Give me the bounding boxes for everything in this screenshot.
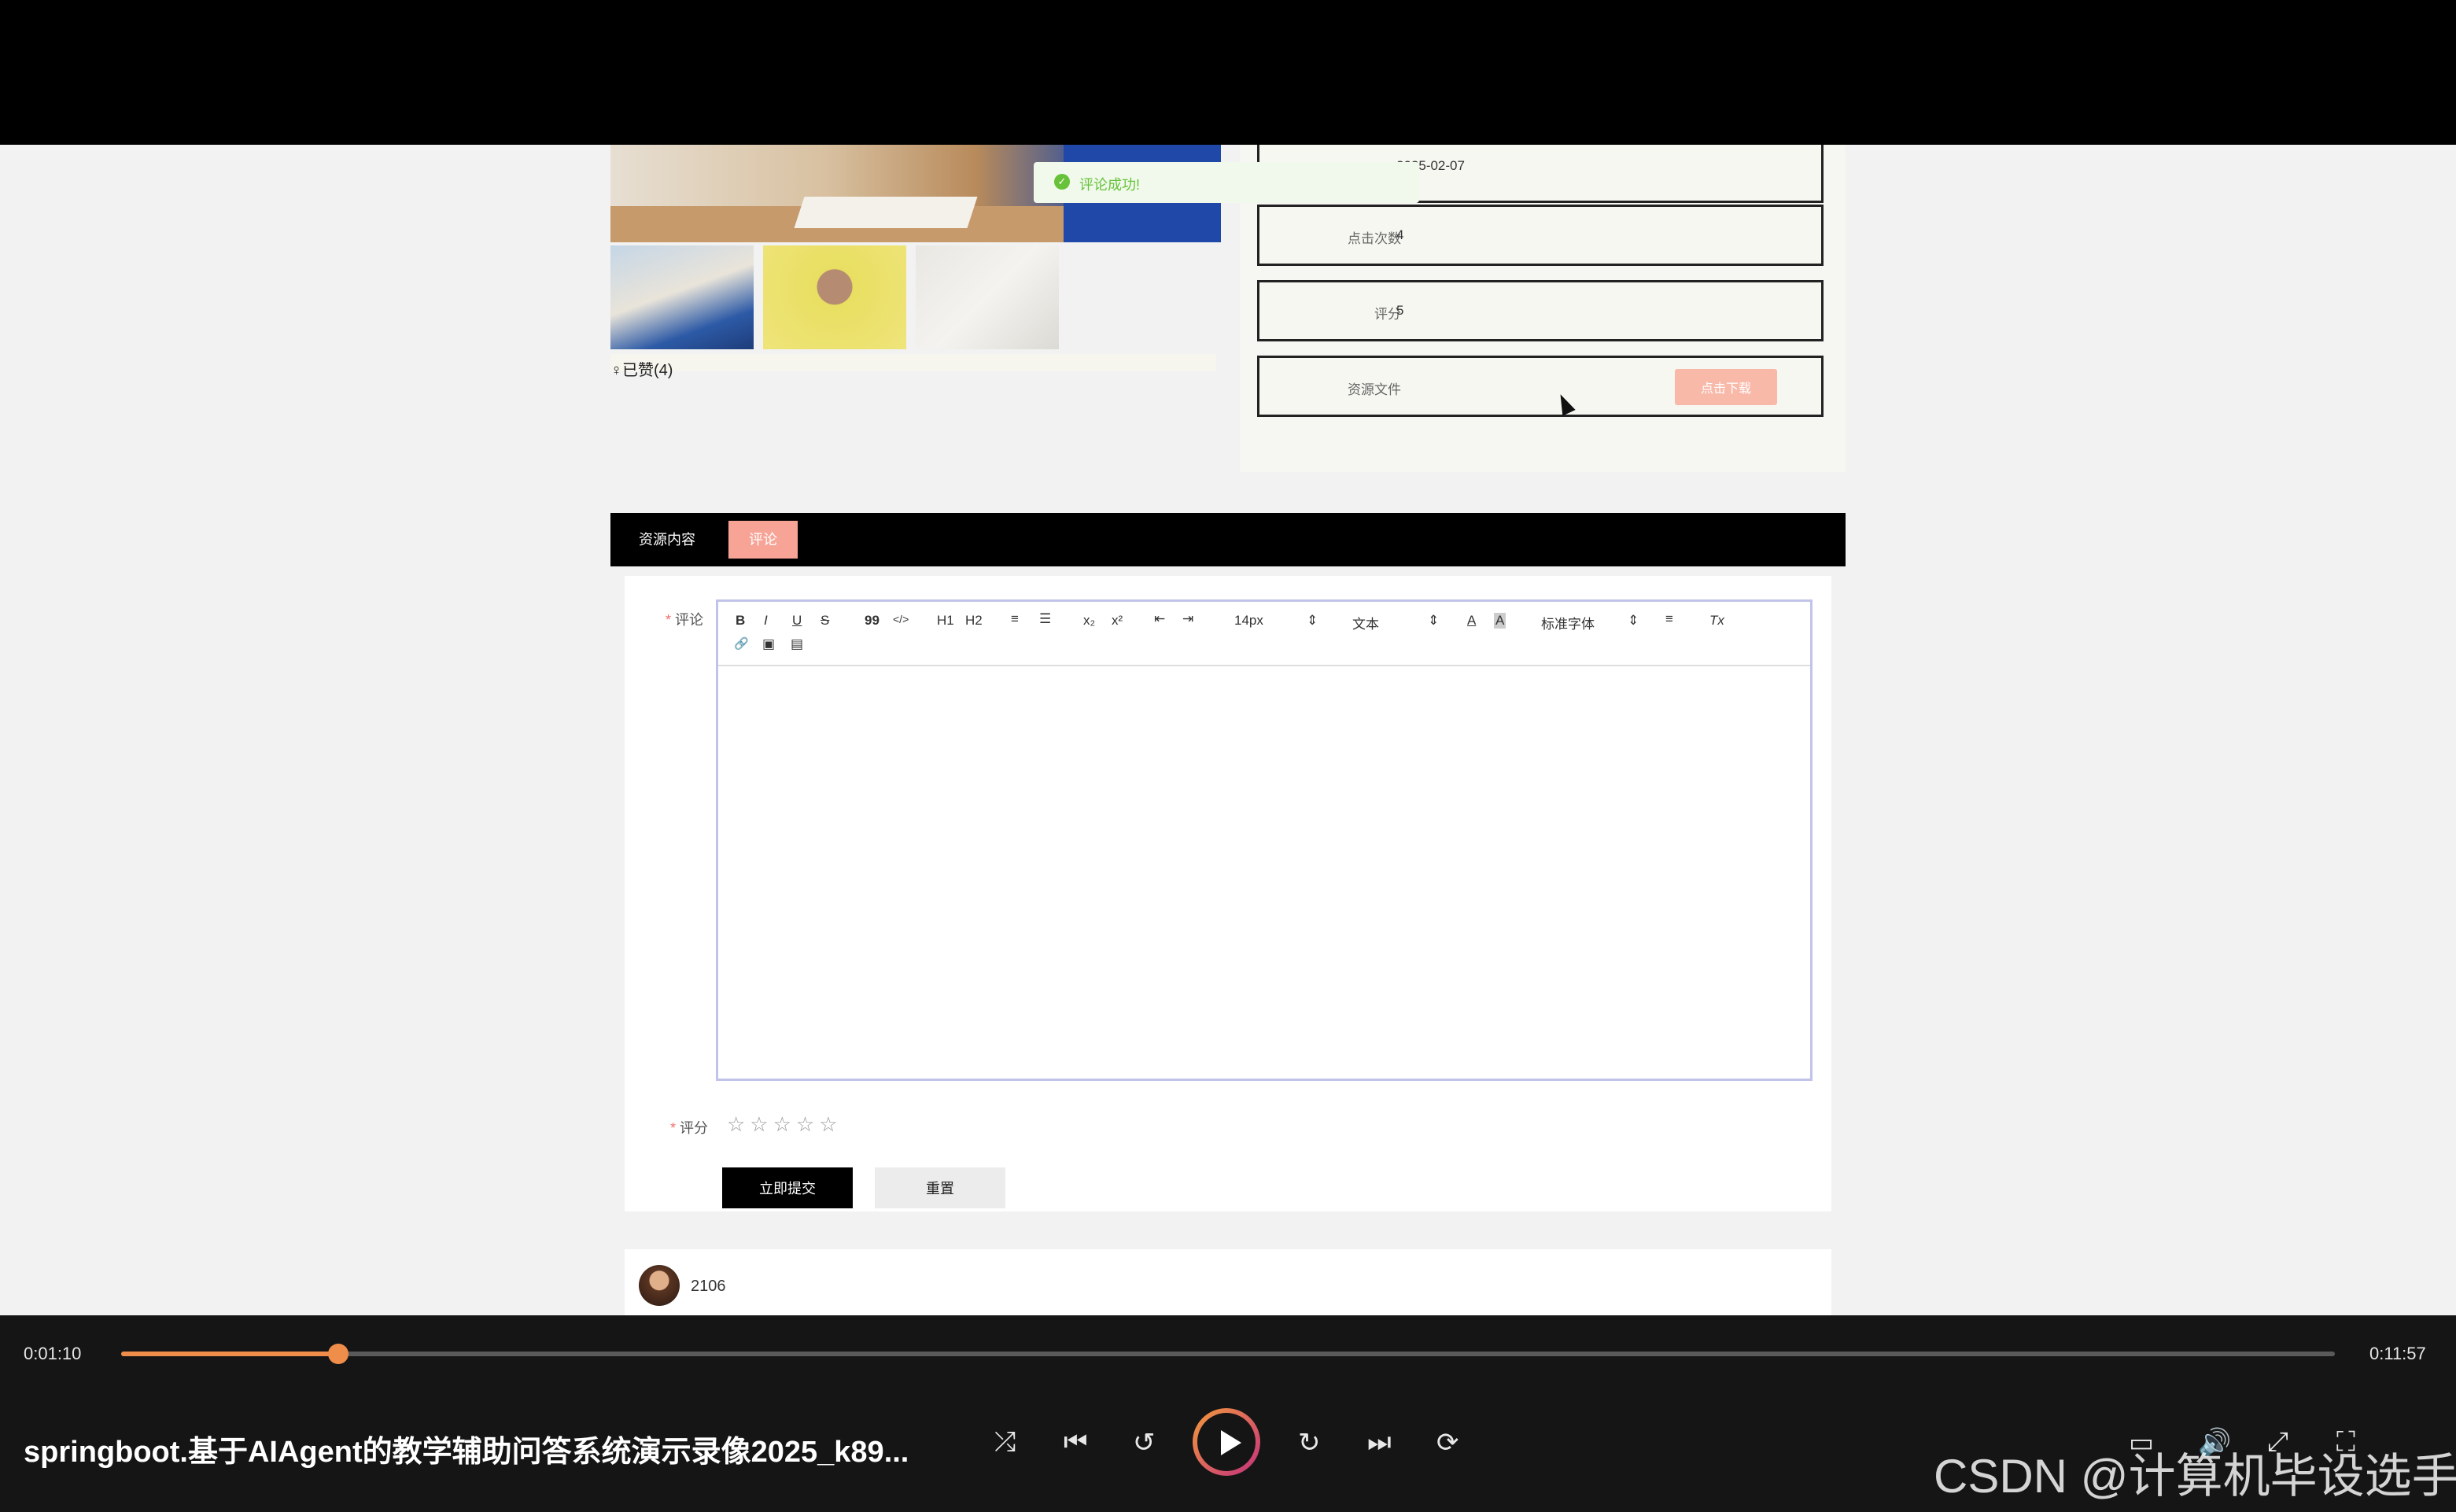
forward-30-icon[interactable]: ↻: [1298, 1427, 1321, 1459]
success-toast: ✓ 评论成功!: [1034, 162, 1419, 203]
comment-list-item: [625, 1249, 1831, 1315]
ordered-list-icon[interactable]: ≡: [1011, 611, 1019, 627]
strike-icon[interactable]: S: [821, 613, 829, 629]
toast-message: 评论成功!: [1079, 177, 1141, 193]
thumbnail-3[interactable]: [916, 245, 1059, 349]
font-family-select[interactable]: 标准字体 ⇕: [1541, 613, 1639, 632]
rating-value: 5: [1396, 303, 1404, 318]
clear-format-icon[interactable]: Tx: [1709, 613, 1724, 629]
comment-label: * 评论: [666, 612, 704, 628]
current-time: 0:01:10: [24, 1344, 82, 1363]
font-color-icon[interactable]: A: [1467, 613, 1476, 629]
link-icon[interactable]: 🔗: [734, 636, 749, 651]
h2-icon[interactable]: H2: [965, 613, 983, 629]
reset-button[interactable]: 重置: [875, 1167, 1005, 1208]
submit-button[interactable]: 立即提交: [722, 1167, 853, 1208]
download-button[interactable]: 点击下载: [1675, 369, 1777, 405]
chevron-updown-icon: ⇕: [1307, 613, 1318, 628]
chevron-updown-icon: ⇕: [1428, 613, 1440, 628]
image-icon[interactable]: ▣: [762, 636, 775, 652]
repeat-icon[interactable]: ⟳: [1436, 1427, 1459, 1459]
outdent-icon[interactable]: ⇤: [1154, 611, 1165, 627]
file-field: 资源文件 点击下载: [1257, 356, 1824, 417]
file-label: 资源文件: [1348, 382, 1401, 397]
progress-fill: [121, 1352, 338, 1356]
liked-button[interactable]: ♀已赞(4): [610, 357, 673, 380]
play-icon: [1221, 1430, 1241, 1455]
tab-bar: 资源内容 评论: [610, 513, 1846, 566]
clicks-value: 4: [1396, 227, 1404, 242]
tab-comments[interactable]: 评论: [728, 521, 798, 559]
code-icon[interactable]: </>: [893, 613, 909, 625]
play-button[interactable]: [1193, 1408, 1260, 1476]
italic-icon[interactable]: I: [764, 613, 768, 629]
shuffle-icon[interactable]: ⤮: [994, 1427, 1016, 1458]
quote-icon[interactable]: 99: [865, 613, 880, 629]
video-icon[interactable]: ▤: [791, 636, 803, 652]
bold-icon[interactable]: B: [736, 613, 745, 629]
subscript-icon[interactable]: x₂: [1083, 613, 1095, 629]
star-rating[interactable]: ☆☆☆☆☆: [727, 1112, 843, 1137]
form-rating-label: * 评分: [670, 1120, 709, 1136]
rating-field: 评分 5: [1257, 280, 1824, 341]
thumbnail-1[interactable]: [610, 245, 754, 349]
progress-handle[interactable]: [327, 1344, 348, 1364]
check-icon: ✓: [1054, 174, 1070, 190]
progress-track[interactable]: [121, 1352, 2335, 1356]
watermark: CSDN @计算机毕设选手: [1934, 1450, 2456, 1503]
superscript-icon[interactable]: x²: [1112, 613, 1123, 629]
format-select[interactable]: 文本 ⇕: [1352, 613, 1439, 632]
rewind-10-icon[interactable]: ↺: [1133, 1427, 1156, 1459]
bullet-list-icon[interactable]: ☰: [1039, 611, 1051, 627]
video-title: springboot.基于AIAgent的教学辅助问答系统演示录像2025_k8…: [24, 1436, 909, 1469]
align-icon[interactable]: ≡: [1665, 611, 1673, 627]
rating-label: 评分: [1374, 307, 1401, 322]
tab-content[interactable]: 资源内容: [618, 521, 716, 559]
rich-text-editor[interactable]: B I U S 99 </> H1 H2 ≡ ☰ x₂ x² ⇤ ⇥ 14px ⇕…: [716, 599, 1812, 1081]
commenter-name: 2106: [691, 1278, 726, 1295]
font-size-select[interactable]: 14px ⇕: [1234, 613, 1318, 629]
total-time: 0:11:57: [2369, 1344, 2426, 1363]
clicks-field: 点击次数 4: [1257, 205, 1824, 266]
bg-color-icon[interactable]: A: [1494, 613, 1506, 629]
next-icon[interactable]: ⏭: [1367, 1427, 1392, 1458]
previous-icon[interactable]: ⏮: [1064, 1427, 1088, 1458]
editor-toolbar: B I U S 99 </> H1 H2 ≡ ☰ x₂ x² ⇤ ⇥ 14px ⇕…: [718, 602, 1810, 666]
underline-icon[interactable]: U: [792, 613, 802, 629]
avatar: [639, 1265, 680, 1306]
clicks-label: 点击次数: [1348, 231, 1401, 246]
liked-bar: [610, 354, 1216, 371]
page-viewport: ♀已赞(4) 2025-02-07 点击次数 4 评分 5 资源文件 点击下载 …: [0, 145, 2456, 1315]
chevron-updown-icon: ⇕: [1628, 613, 1639, 628]
h1-icon[interactable]: H1: [937, 613, 954, 629]
thumbnail-2[interactable]: [763, 245, 906, 349]
indent-icon[interactable]: ⇥: [1182, 611, 1193, 627]
